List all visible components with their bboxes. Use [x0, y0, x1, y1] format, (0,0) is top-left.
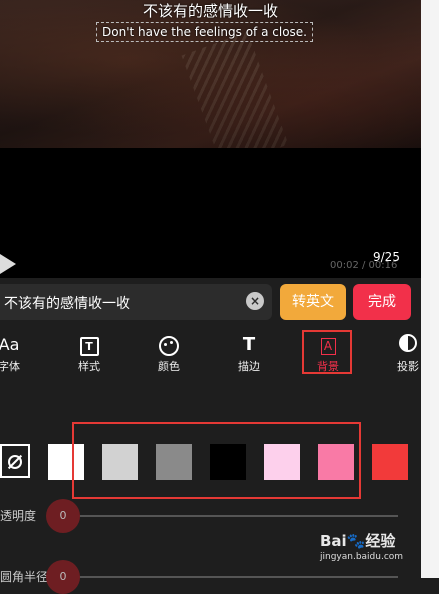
tab-stroke-label: 描边 [238, 360, 260, 373]
tab-color[interactable]: 颜色 [144, 334, 194, 374]
subtitle-input-value: 不该有的感情收一收 [4, 296, 130, 312]
no-color-swatch[interactable] [0, 444, 30, 478]
watermark-url: jingyan.baidu.com [320, 552, 404, 562]
palette-icon [159, 335, 179, 356]
character-counter: 9/25 [373, 250, 400, 264]
baidu-watermark: Bai🐾经验 jingyan.baidu.com [320, 530, 403, 562]
radius-slider-knob[interactable]: 0 [46, 560, 80, 594]
tab-shadow-label: 投影 [397, 360, 419, 373]
clear-icon[interactable]: × [246, 292, 264, 310]
tab-stroke[interactable]: T 描边 [224, 334, 274, 374]
style-icon: T [79, 337, 99, 356]
logo-text-pre: Bai [320, 532, 347, 550]
video-preview[interactable]: 不该有的感情收一收 Don't have the feelings of a c… [0, 0, 421, 148]
radius-slider-row: 圆角半径 0 [0, 560, 421, 594]
stroke-icon: T [242, 334, 256, 355]
swatch-highlight [72, 422, 361, 499]
opacity-label: 透明度 [0, 509, 37, 523]
tab-style-label: 样式 [78, 360, 100, 373]
subtitle-input-row: 不该有的感情收一收 × 转英文 完成 [0, 278, 421, 326]
opacity-slider-knob[interactable]: 0 [46, 499, 80, 533]
swatch-red[interactable] [372, 444, 408, 480]
tab-color-label: 颜色 [158, 360, 180, 373]
subtitle-english[interactable]: Don't have the feelings of a close. [96, 22, 313, 42]
subtitle-chinese[interactable]: 不该有的感情收一收 [0, 0, 421, 21]
translate-english-button[interactable]: 转英文 [280, 284, 346, 320]
player-area [0, 148, 421, 278]
font-icon: Aa [0, 335, 20, 354]
page-edge [421, 0, 439, 578]
opacity-slider[interactable] [62, 515, 398, 517]
style-tabs: Aa 字体 T 样式 颜色 T 描边 A 背景 投影 [0, 326, 421, 380]
tab-font[interactable]: Aa 字体 [0, 334, 34, 374]
radius-label: 圆角半径 [0, 570, 49, 584]
play-icon[interactable] [0, 254, 16, 274]
tab-font-label: 字体 [0, 360, 20, 373]
opacity-slider-row: 透明度 0 [0, 499, 421, 533]
baidu-logo: Bai🐾经验 [320, 530, 403, 551]
paw-icon: 🐾 [346, 532, 366, 550]
logo-text-post: 经验 [365, 532, 396, 550]
tab-style[interactable]: T 样式 [64, 334, 114, 374]
background-tab-highlight [302, 330, 352, 374]
video-scene [181, 31, 289, 148]
shadow-icon [399, 334, 417, 352]
tab-shadow[interactable]: 投影 [383, 334, 433, 374]
done-button[interactable]: 完成 [353, 284, 411, 320]
subtitle-text-input[interactable]: 不该有的感情收一收 × [0, 284, 272, 320]
